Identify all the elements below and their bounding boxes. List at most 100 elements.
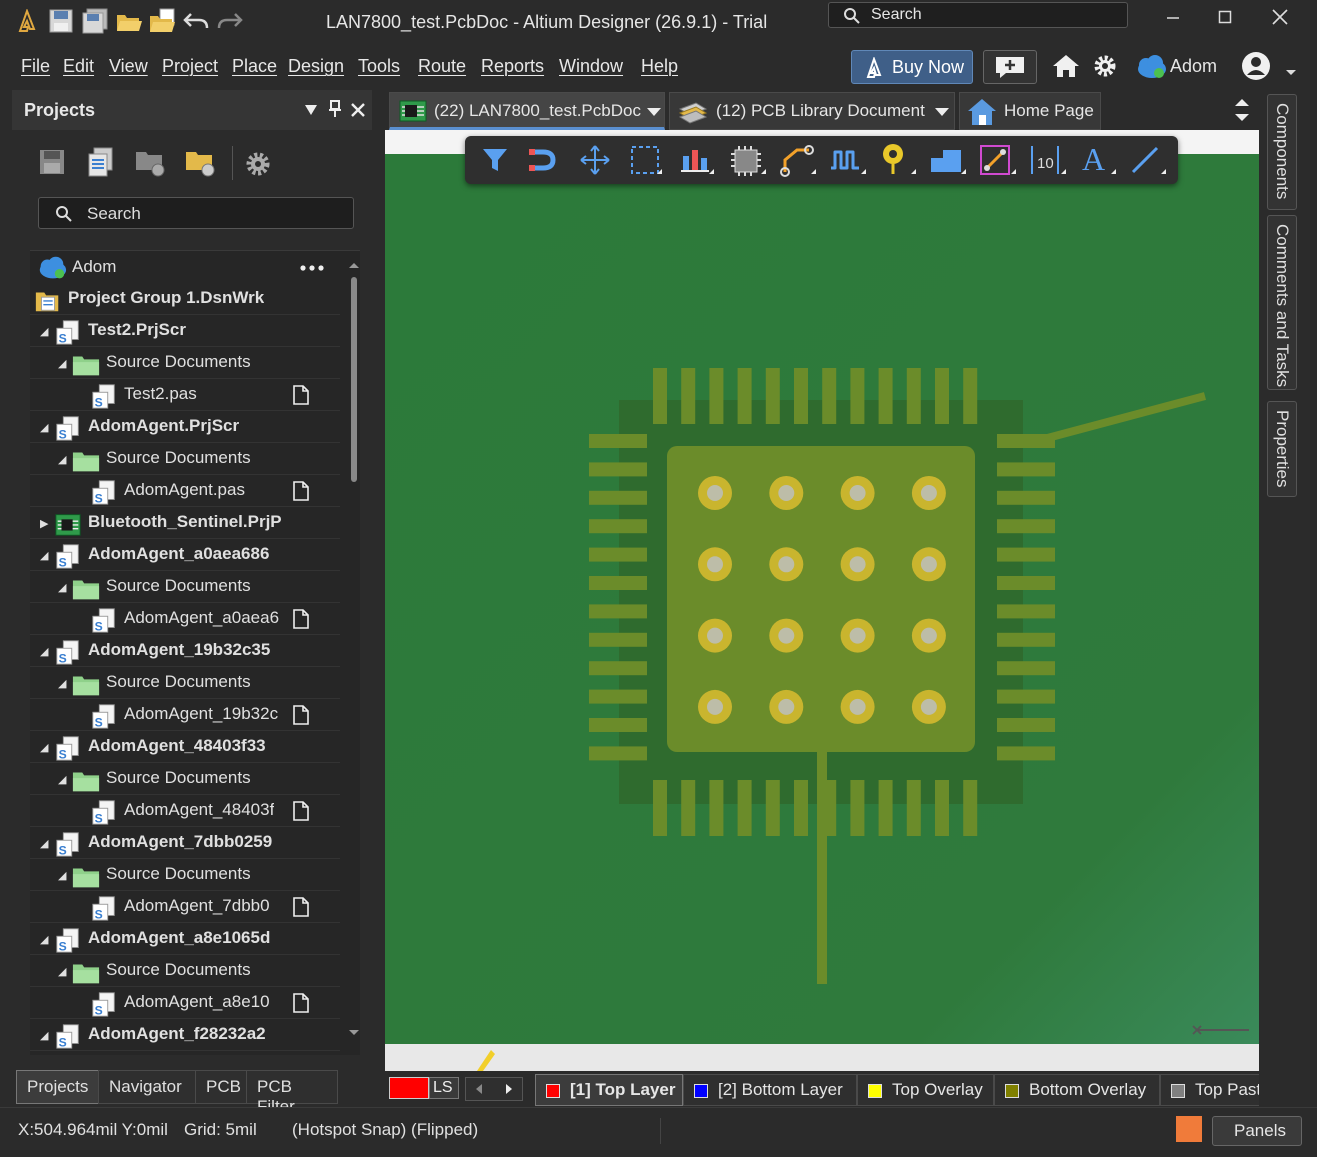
scroll-up-icon[interactable] — [348, 259, 360, 271]
via-hole[interactable] — [849, 556, 866, 573]
layer-tab[interactable]: [2] Bottom Layer — [683, 1074, 857, 1106]
expand-arrow-icon[interactable]: ▶ — [40, 517, 48, 530]
tab-home-page[interactable]: Home Page — [959, 92, 1101, 130]
tree-folder-row[interactable]: ◢ Source Documents — [30, 955, 340, 987]
place-line-icon[interactable] — [1129, 144, 1167, 178]
pad[interactable] — [997, 718, 1055, 732]
place-component-icon[interactable] — [729, 144, 767, 178]
pad[interactable] — [997, 462, 1055, 477]
tree-folder-row[interactable]: ◢ Source Documents — [30, 859, 340, 891]
pad[interactable] — [997, 490, 1055, 505]
pad[interactable] — [997, 689, 1055, 704]
menu-help[interactable]: Help — [641, 56, 678, 77]
dimension-icon[interactable]: 10 — [1029, 144, 1067, 178]
via-hole[interactable] — [920, 698, 937, 715]
gear-icon[interactable] — [1092, 53, 1118, 84]
menu-window[interactable]: Window — [559, 56, 623, 77]
pad[interactable] — [997, 604, 1055, 619]
pad[interactable] — [963, 368, 978, 424]
pad[interactable] — [653, 780, 667, 836]
layer-set-button[interactable]: LS — [429, 1077, 459, 1099]
account-button[interactable]: Adom — [1134, 52, 1234, 82]
chevron-left-icon[interactable] — [474, 1083, 484, 1095]
pad[interactable] — [589, 462, 647, 477]
via-hole[interactable] — [920, 556, 937, 573]
chevron-down-icon[interactable] — [1285, 62, 1297, 82]
pad[interactable] — [794, 780, 808, 836]
place-string-icon[interactable]: A — [1079, 142, 1117, 178]
collapse-arrow-icon[interactable]: ◢ — [58, 453, 66, 466]
pcb-board[interactable] — [385, 154, 1259, 1044]
pad[interactable] — [997, 519, 1055, 534]
chevron-down-icon[interactable] — [934, 107, 950, 117]
layer-tab[interactable]: Top Overlay — [857, 1074, 994, 1106]
pad[interactable] — [709, 780, 724, 836]
tab-pcb-document[interactable]: (22) LAN7800_test.PcbDoc — [389, 92, 665, 130]
align-icon[interactable] — [679, 144, 715, 178]
menu-file[interactable]: File — [21, 56, 50, 77]
tree-project-row[interactable]: ◢ S AdomAgent_19b32c35 — [30, 635, 340, 667]
menu-view[interactable]: View — [109, 56, 148, 77]
pad[interactable] — [997, 547, 1055, 562]
panel-settings-gear-icon[interactable] — [244, 150, 272, 178]
pad[interactable] — [589, 434, 647, 448]
move-icon[interactable] — [579, 144, 611, 176]
via-hole[interactable] — [707, 698, 723, 715]
save-project-icon[interactable] — [38, 148, 66, 176]
tree-folder-row[interactable]: ◢ Source Documents — [30, 763, 340, 795]
tree-file-row[interactable]: S Test2.pas — [30, 379, 340, 411]
select-rectangle-icon[interactable] — [629, 144, 663, 178]
tree-folder-row[interactable]: ◢ Source Documents — [30, 347, 340, 379]
chevron-right-icon[interactable] — [504, 1083, 514, 1095]
user-avatar-icon[interactable] — [1240, 50, 1274, 89]
collapse-arrow-icon[interactable]: ◢ — [58, 677, 66, 690]
menu-edit[interactable]: Edit — [63, 56, 94, 77]
pad[interactable] — [737, 780, 752, 836]
place-track-icon[interactable] — [979, 144, 1017, 178]
tree-file-row[interactable]: S AdomAgent_19b32c — [30, 699, 340, 731]
tab-scroll-icon[interactable] — [1233, 96, 1251, 124]
pad[interactable] — [963, 780, 978, 836]
pad[interactable] — [878, 780, 893, 836]
pad[interactable] — [653, 368, 667, 424]
menu-place[interactable]: Place — [232, 56, 277, 77]
via-hole[interactable] — [778, 556, 795, 573]
pad[interactable] — [997, 434, 1055, 448]
cloud-workspace-row[interactable]: Adom — [30, 251, 340, 283]
pad[interactable] — [850, 368, 865, 424]
collapse-arrow-icon[interactable]: ◢ — [58, 357, 66, 370]
collapse-arrow-icon[interactable]: ◢ — [40, 837, 48, 850]
collapse-arrow-icon[interactable]: ◢ — [58, 581, 66, 594]
pad[interactable] — [997, 746, 1055, 761]
collapse-arrow-icon[interactable]: ◢ — [40, 549, 48, 562]
collapse-arrow-icon[interactable]: ◢ — [40, 741, 48, 754]
tab-comments-and-tasks[interactable]: Comments and Tasks — [1267, 215, 1297, 390]
interactive-route-magnet-icon[interactable] — [527, 146, 561, 174]
pad[interactable] — [589, 661, 647, 676]
tree-project-row[interactable]: ◢ S AdomAgent_a0aea686 — [30, 539, 340, 571]
pad[interactable] — [589, 604, 647, 619]
pad[interactable] — [589, 718, 647, 732]
close-window-button[interactable] — [1252, 0, 1307, 34]
via-hole[interactable] — [849, 485, 866, 501]
global-search-input[interactable]: Search — [828, 2, 1128, 28]
tab-components[interactable]: Components — [1267, 94, 1297, 210]
pad[interactable] — [997, 661, 1055, 676]
collapse-arrow-icon[interactable]: ◢ — [58, 869, 66, 882]
via-hole[interactable] — [778, 485, 795, 501]
collapse-arrow-icon[interactable]: ◢ — [40, 325, 48, 338]
project-folder-settings-icon[interactable] — [184, 146, 218, 178]
pad[interactable] — [737, 368, 752, 424]
menu-design[interactable]: Design — [288, 56, 344, 77]
compile-project-icon[interactable] — [86, 146, 118, 178]
tree-folder-row[interactable]: ◢ Source Documents — [30, 443, 340, 475]
via-hole[interactable] — [920, 627, 937, 644]
polygon-pour-icon[interactable] — [929, 144, 967, 178]
tree-file-row[interactable]: S AdomAgent.pas — [30, 475, 340, 507]
pad[interactable] — [765, 780, 780, 836]
pad[interactable] — [589, 632, 647, 647]
layer-tab[interactable]: [1] Top Layer — [535, 1074, 683, 1106]
pad[interactable] — [589, 490, 647, 505]
via-hole[interactable] — [778, 698, 795, 715]
pad[interactable] — [997, 576, 1055, 590]
